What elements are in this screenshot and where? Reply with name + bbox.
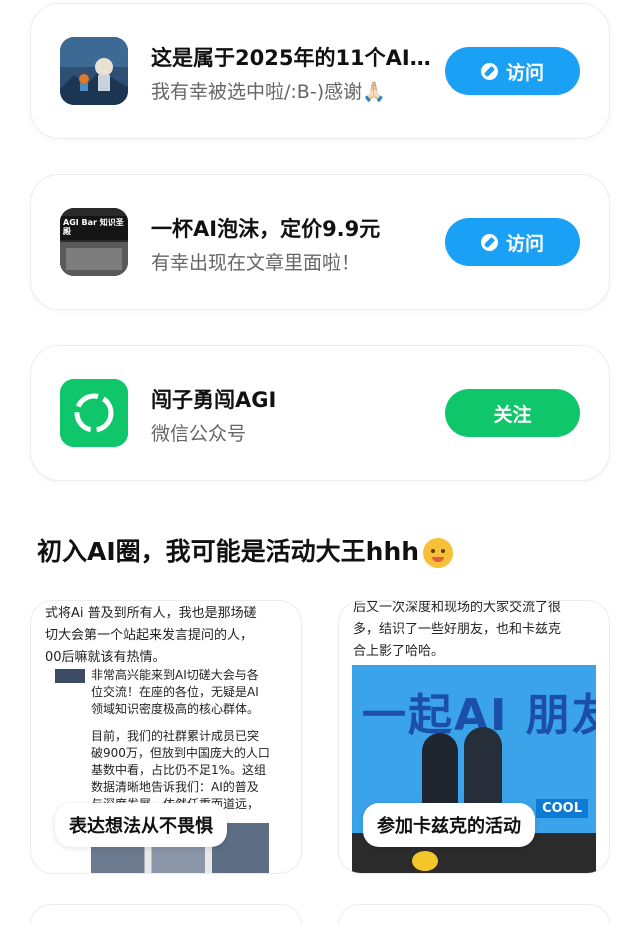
cool-badge: COOL (536, 799, 588, 818)
visit-button[interactable]: 访问 (445, 218, 580, 266)
post-tag: 参加卡兹克的活动 (363, 803, 535, 847)
next-post-peek[interactable] (339, 905, 609, 925)
account-card[interactable]: 闯子勇闯AGI 微信公众号 关注 (31, 346, 609, 480)
screenshot-line: 非常高兴能来到AI切磋大会与各 (91, 668, 259, 682)
account-type: 微信公众号 (151, 423, 247, 445)
compass-icon (480, 62, 498, 80)
screenshot-text: 非常高兴能来到AI切磋大会与各 位交流！在座的各位，无疑是AI 领域知识密度极高… (91, 667, 270, 813)
section-title-text: 初入AI圈，我可能是活动大王hhh (37, 537, 420, 566)
screenshot-line: 目前，我们的社群累计成员已突 (91, 729, 260, 743)
caption-line: 式将Ai 普及到所有人，我也是那场磋 (45, 606, 257, 621)
compass-icon (480, 233, 498, 251)
section-title: 初入AI圈，我可能是活动大王hhh (37, 532, 454, 568)
caption-line: 多，结识了一些好朋友，也和卡兹克 (353, 622, 562, 637)
caption-line: 切大会第一个站起来发言提问的人， (45, 628, 254, 643)
thumbnail-text: AGI Bar 知识圣殿 (63, 218, 124, 236)
next-post-peek[interactable] (31, 905, 301, 925)
post-tag-label: 表达想法从不畏惧 (69, 816, 213, 837)
woozy-face-icon (423, 538, 454, 568)
post-caption: 后又一次深度和现场的大家交流了很 多，结识了一些好朋友，也和卡兹克 合上影了哈哈… (353, 601, 561, 663)
screenshot-line: 领域知识密度极高的核心群体。 (91, 702, 260, 716)
duck-toy (412, 851, 438, 871)
photo-post-2[interactable]: 后又一次深度和现场的大家交流了很 多，结识了一些好朋友，也和卡兹克 合上影了哈哈… (339, 601, 609, 873)
visit-button[interactable]: 访问 (445, 47, 580, 95)
article-subtitle: 有幸出现在文章里面啦！ (151, 252, 361, 274)
photo-post-1[interactable]: 式将Ai 普及到所有人，我也是那场磋 切大会第一个站起来发言提问的人， 00后嘛… (31, 601, 301, 873)
visit-button-label: 访问 (505, 61, 544, 84)
screenshot-line: 破900万，但放到中国庞大的人口 (91, 746, 270, 760)
wechat-channels-icon (60, 379, 128, 447)
article-thumbnail (60, 37, 128, 105)
post-tag: 表达想法从不畏惧 (55, 803, 227, 847)
article-title: 一杯AI泡沫，定价9.9元 (151, 217, 381, 241)
caption-line: 合上影了哈哈。 (353, 644, 445, 659)
screenshot-line: 数据清晰地告诉我们：AI的普及 (91, 780, 259, 794)
caption-line: 后又一次深度和现场的大家交流了很 (353, 601, 562, 615)
post-caption: 式将Ai 普及到所有人，我也是那场磋 切大会第一个站起来发言提问的人， 00后嘛… (45, 603, 257, 669)
article-card-2[interactable]: AGI Bar 知识圣殿 一杯AI泡沫，定价9.9元 有幸出现在文章里面啦！ 访… (31, 175, 609, 309)
post-tag-label: 参加卡兹克的活动 (377, 816, 521, 837)
article-title: 这是属于2025年的11个AI … (151, 46, 431, 70)
article-card-1[interactable]: 这是属于2025年的11个AI … 我有幸被选中啦/:B-)感谢🙏🏻 访问 (31, 4, 609, 138)
screenshot-line: 位交流！在座的各位，无疑是AI (91, 685, 259, 699)
follow-button-label: 关注 (493, 403, 532, 426)
follow-button[interactable]: 关注 (445, 389, 580, 437)
screenshot-line: 基数中看，占比仍不足1%。这组 (91, 763, 267, 777)
visit-button-label: 访问 (505, 232, 544, 255)
article-thumbnail: AGI Bar 知识圣殿 (60, 208, 128, 276)
speaker-thumbnail (55, 669, 85, 683)
caption-line: 00后嘛就该有热情。 (45, 650, 166, 665)
article-subtitle: 我有幸被选中啦/:B-)感谢🙏🏻 (151, 81, 386, 103)
account-name: 闯子勇闯AGI (151, 388, 277, 412)
